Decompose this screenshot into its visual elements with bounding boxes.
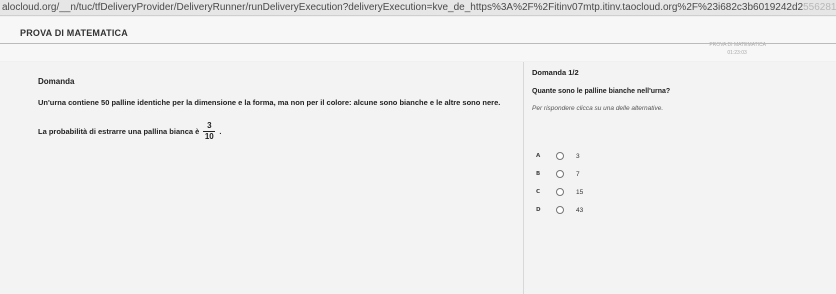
choice-letter: D [536,207,541,213]
question-stem: Un'urna contiene 50 palline identiche pe… [38,98,501,107]
question-label: Domanda [38,77,75,86]
probability-statement: La probabilità di estrarre una pallina b… [38,121,221,142]
choice-a[interactable]: A 3 [536,150,580,162]
address-bar[interactable]: alocloud.org/__n/tuc/tfDeliveryProvider/… [0,0,836,16]
question-stem-panel: Domanda Un'urna contiene 50 palline iden… [0,62,523,294]
question-counter: Domanda 1/2 [532,68,579,77]
test-title: PROVA DI MATEMATICA [20,28,128,38]
choice-value: 15 [576,188,584,196]
fraction-numerator: 3 [207,121,212,130]
radio-button[interactable] [556,206,564,214]
probability-end: . [219,127,222,136]
choice-d[interactable]: D 43 [536,204,583,216]
choice-value: 43 [576,206,584,214]
choice-value: 7 [576,170,580,178]
question-text: Quante sono le palline bianche nell'urna… [532,88,671,95]
choice-b[interactable]: B 7 [536,168,580,180]
choice-letter: C [536,189,541,195]
test-header: PROVA DI MATEMATICA PROVA DI MATEMATICA … [0,17,836,61]
test-content: Domanda Un'urna contiene 50 palline iden… [0,62,836,294]
url-text-faded: 5562810020481160fb03 [803,2,836,13]
timer: 01:23:03 [727,50,747,56]
question-instruction: Per rispondere clicca su una delle alter… [532,105,664,112]
choice-letter: B [536,171,541,177]
radio-button[interactable] [556,152,564,160]
header-divider [0,43,836,44]
probability-text: La probabilità di estrarre una pallina b… [38,127,200,136]
choice-c[interactable]: C 15 [536,186,583,198]
radio-button[interactable] [556,188,564,196]
url-text: alocloud.org/__n/tuc/tfDeliveryProvider/… [2,2,804,13]
answer-panel: Domanda 1/2 Quante sono le palline bianc… [523,62,836,294]
choice-value: 3 [576,152,580,160]
radio-button[interactable] [556,170,564,178]
fraction-denominator: 10 [204,132,214,141]
probability-fraction: 3 10 [203,121,216,142]
choice-letter: A [536,153,541,159]
